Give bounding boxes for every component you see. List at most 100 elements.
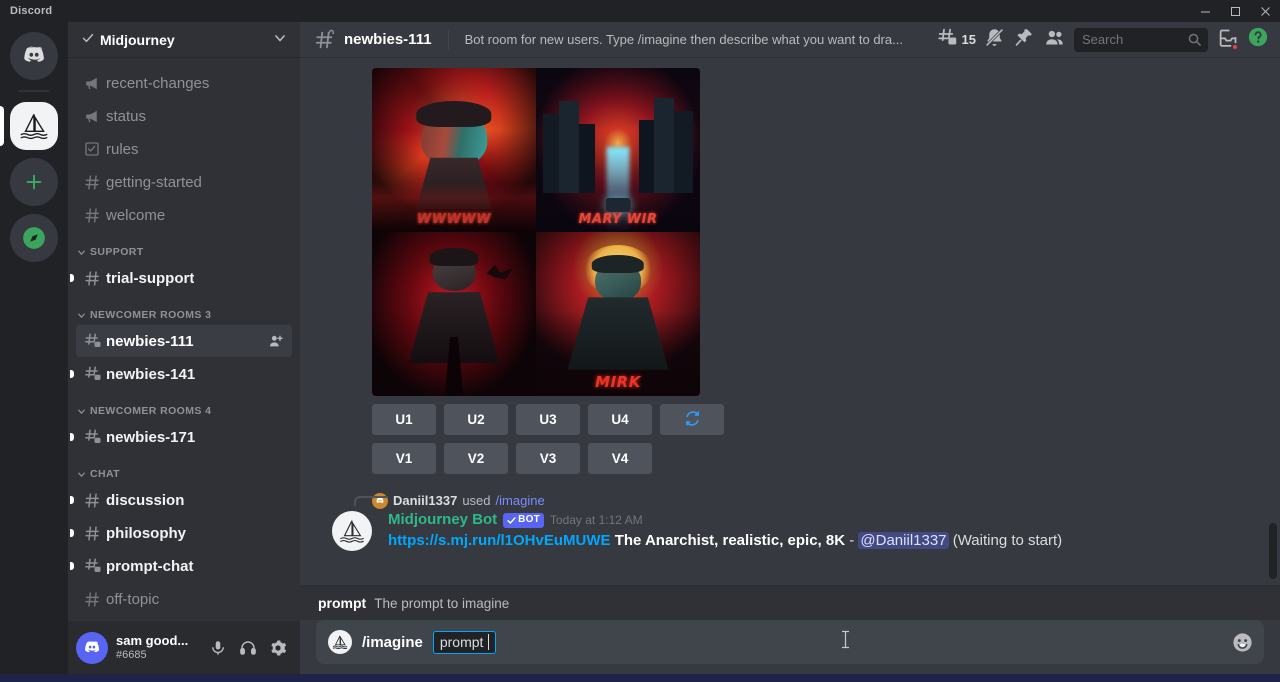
os-taskbar <box>0 674 1280 682</box>
minimize-icon[interactable] <box>1190 0 1220 22</box>
channel-topic[interactable]: Bot room for new users. Type /imagine th… <box>465 32 927 47</box>
channel-newbies-171[interactable]: newbies-171 <box>76 421 292 453</box>
microphone-icon[interactable] <box>204 634 232 662</box>
threads-button[interactable]: 15 <box>935 26 978 54</box>
hash-thread-icon <box>84 557 106 575</box>
command-app-avatar <box>328 630 352 654</box>
channel-newbies-141[interactable]: newbies-141 <box>76 358 292 390</box>
channel-prompt-chat[interactable]: prompt-chat <box>76 550 292 582</box>
emoji-picker-button[interactable] <box>1231 631 1254 654</box>
variation-v4-button[interactable]: V4 <box>588 443 652 474</box>
channel-label: trial-support <box>106 270 194 287</box>
sidebar-item-label: newbies-111 <box>106 333 194 350</box>
channel-recent-changes[interactable]: recent-changes <box>76 67 292 99</box>
pin-icon <box>1014 27 1034 52</box>
author-name[interactable]: Midjourney Bot <box>388 511 497 529</box>
channel-getting-started[interactable]: getting-started <box>76 166 292 198</box>
inbox-button[interactable] <box>1214 26 1242 54</box>
window-title: Discord <box>0 5 52 17</box>
channel-label: off-topic <box>106 591 159 608</box>
channel-rules[interactable]: rules <box>76 133 292 165</box>
message-list[interactable]: WWWWW MARY WIR <box>300 58 1280 585</box>
message-item[interactable]: Daniil1337 used /imagine <box>316 484 1264 551</box>
channel-off-topic[interactable]: off-topic <box>76 583 292 615</box>
category-chat[interactable]: CHAT <box>68 454 300 483</box>
header-actions: 15 <box>935 26 1272 54</box>
maximize-icon[interactable] <box>1220 0 1250 22</box>
quadrant-3[interactable] <box>372 232 536 396</box>
member-list-button[interactable] <box>1040 26 1068 54</box>
guild-header[interactable]: Midjourney <box>68 22 300 58</box>
user-panel: sam good... #6685 <box>68 621 300 674</box>
quadrant-caption: MIRK <box>536 375 700 390</box>
message-header: Midjourney Bot BOT Today at 1:12 AM <box>388 511 1264 529</box>
channel-philosophy[interactable]: philosophy <box>76 517 292 549</box>
text-cursor-icon <box>840 630 851 655</box>
close-icon[interactable] <box>1250 0 1280 22</box>
variation-v1-button[interactable]: V1 <box>372 443 436 474</box>
channel-label: getting-started <box>106 174 202 191</box>
threads-count: 15 <box>962 32 976 47</box>
pinned-messages-button[interactable] <box>1010 26 1038 54</box>
sidebar-item-newbies-111[interactable]: newbies-111 <box>76 325 292 357</box>
upscale-u4-button[interactable]: U4 <box>588 404 652 435</box>
category-support[interactable]: SUPPORT <box>68 232 300 261</box>
channel-welcome[interactable]: welcome <box>76 199 292 231</box>
reroll-button[interactable] <box>660 404 724 435</box>
user-mention[interactable]: @Daniil1337 <box>858 532 948 549</box>
category-newcomer-rooms-3[interactable]: NEWCOMER ROOMS 3 <box>68 295 300 324</box>
gear-icon[interactable] <box>264 634 292 662</box>
divider <box>448 30 449 50</box>
variation-v3-button[interactable]: V3 <box>516 443 580 474</box>
search-icon <box>1187 32 1202 47</box>
hash-icon <box>84 492 106 509</box>
add-server-button[interactable] <box>10 158 58 206</box>
generated-image-attachment[interactable]: WWWWW MARY WIR <box>316 58 1264 396</box>
channel-list[interactable]: recent-changes status rules <box>68 58 300 621</box>
server-midjourney-button[interactable] <box>10 102 58 150</box>
add-member-icon[interactable] <box>268 333 284 349</box>
command-name[interactable]: /imagine <box>496 493 545 508</box>
bell-off-icon <box>984 27 1005 53</box>
command-option-chip[interactable]: prompt <box>433 631 497 654</box>
channel-status[interactable]: status <box>76 100 292 132</box>
status-badge <box>1231 43 1239 51</box>
channel-label: rules <box>106 141 139 158</box>
avatar[interactable] <box>76 632 108 664</box>
explore-servers-button[interactable] <box>10 214 58 262</box>
category-label: CHAT <box>90 468 120 480</box>
status-badge: BOT <box>503 513 544 528</box>
search-input[interactable]: Search <box>1074 28 1208 52</box>
text-caret <box>488 634 489 650</box>
quadrant-caption: MARY WIR <box>536 213 700 226</box>
composer-command-name: /imagine <box>362 634 423 651</box>
image-grid[interactable]: WWWWW MARY WIR <box>372 68 700 396</box>
avatar[interactable] <box>332 511 372 551</box>
quadrant-2[interactable]: MARY WIR <box>536 68 700 232</box>
channel-discussion[interactable]: discussion <box>76 484 292 516</box>
add-server-wrap <box>0 158 68 206</box>
category-newcomer-rooms-4[interactable]: NEWCOMER ROOMS 4 <box>68 391 300 420</box>
headphones-icon[interactable] <box>234 634 262 662</box>
variation-v2-button[interactable]: V2 <box>444 443 508 474</box>
chevron-down-icon[interactable] <box>272 30 288 49</box>
upscale-u2-button[interactable]: U2 <box>444 404 508 435</box>
unread-indicator <box>70 562 74 570</box>
quadrant-4[interactable]: MIRK <box>536 232 700 396</box>
help-button[interactable] <box>1244 26 1272 54</box>
guild-name: Midjourney <box>100 32 266 48</box>
job-url[interactable]: https://s.mj.run/l1OHvEuMUWE <box>388 532 611 549</box>
notifications-off-button[interactable] <box>980 26 1008 54</box>
plus-icon <box>23 171 45 193</box>
channel-trial-support[interactable]: trial-support <box>76 262 292 294</box>
quadrant-1[interactable]: WWWWW <box>372 68 536 232</box>
message-scrollbar[interactable] <box>1269 523 1277 579</box>
server-home-button[interactable] <box>10 32 58 80</box>
upscale-u3-button[interactable]: U3 <box>516 404 580 435</box>
user-tag: #6685 <box>116 649 196 662</box>
refresh-icon <box>684 410 701 430</box>
upscale-u1-button[interactable]: U1 <box>372 404 436 435</box>
compass-icon <box>21 225 47 251</box>
variation-button-row: V1 V2 V3 V4 <box>316 443 1264 474</box>
message-composer[interactable]: /imagine prompt <box>316 620 1264 664</box>
